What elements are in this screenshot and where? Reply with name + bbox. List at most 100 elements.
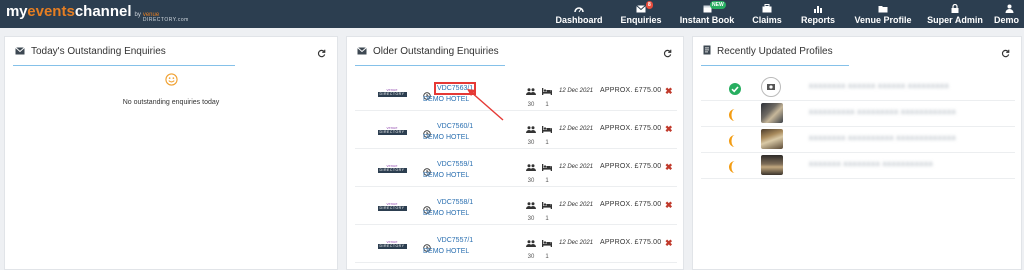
- venue-directory-logo: venue DIRECTORY: [377, 237, 407, 251]
- profile-name[interactable]: XXXXXXXXXX XXXXXXXXX XXXXXXXXXXXX: [809, 110, 956, 116]
- people-icon: [526, 126, 536, 133]
- enquiry-row[interactable]: venue DIRECTORY VDC7557/1 DEMO HOTEL 30 1…: [355, 225, 677, 263]
- logo-bottom: DIRECTORY: [377, 243, 407, 249]
- enquiry-ref-link[interactable]: VDC7559/1: [437, 161, 473, 168]
- profile-name[interactable]: XXXXXXXX XXXXXXXXXX XXXXXXXXXXXXX: [809, 136, 956, 142]
- enquiry-ref-link[interactable]: VDC7557/1: [437, 237, 473, 244]
- hotel-link[interactable]: DEMO HOTEL: [423, 134, 469, 141]
- nav-instant-book[interactable]: NEW Instant Book: [679, 0, 735, 28]
- enquiries-count-badge: 8: [646, 1, 653, 9]
- check-circle-icon: [729, 82, 741, 95]
- nav-label: Dashboard: [555, 14, 603, 25]
- venue-directory-logo: venue DIRECTORY: [377, 123, 407, 137]
- enquiry-row[interactable]: venue DIRECTORY VDC7560/1 DEMO HOTEL 30 1…: [355, 111, 677, 149]
- nav-demo-user[interactable]: Demo: [994, 0, 1024, 28]
- people-count: 30: [525, 234, 537, 260]
- profile-row[interactable]: XXXXXXXXXX XXXXXXXXX XXXXXXXXXXXX: [701, 101, 1015, 127]
- logo-bottom: DIRECTORY: [377, 205, 407, 211]
- rooms-count: 1: [541, 82, 553, 108]
- enquiry-date: 12 Dec 2021: [559, 126, 594, 132]
- profile-name[interactable]: XXXXXXX XXXXXXXX XXXXXXXXXXX: [809, 162, 933, 168]
- rooms-count: 1: [541, 234, 553, 260]
- enquiry-row[interactable]: venue DIRECTORY VDC7558/1 DEMO HOTEL 30 1…: [355, 187, 677, 225]
- delete-icon[interactable]: ✖: [665, 201, 673, 210]
- venue-directory-logo: venue DIRECTORY.com: [143, 12, 189, 23]
- panel-title: Recently Updated Profiles: [717, 45, 833, 57]
- enquiry-ref-link[interactable]: VDC7560/1: [437, 123, 473, 130]
- profile-row[interactable]: XXXXXXXX XXXXXXXXXX XXXXXXXXXXXXX: [701, 127, 1015, 153]
- delete-icon[interactable]: ✖: [665, 125, 673, 134]
- refresh-icon[interactable]: [663, 45, 673, 58]
- delete-icon[interactable]: ✖: [665, 87, 673, 96]
- nav-venue-profile[interactable]: Venue Profile: [852, 0, 914, 28]
- profile-row[interactable]: XXXXXXX XXXXXXXX XXXXXXXXXXX: [701, 153, 1015, 179]
- clock-icon: [423, 125, 431, 138]
- enquiry-ref-link[interactable]: VDC7558/1: [437, 199, 473, 206]
- nav-label: Demo: [994, 14, 1020, 25]
- nav-super-admin[interactable]: Super Admin: [927, 0, 983, 28]
- rooms-count: 1: [541, 158, 553, 184]
- enquiry-row[interactable]: venue DIRECTORY VDC7559/1 DEMO HOTEL 30 1…: [355, 149, 677, 187]
- logo-bottom: DIRECTORY: [377, 91, 407, 97]
- folder-icon: [878, 4, 888, 14]
- nav-label: Super Admin: [927, 14, 983, 25]
- brand-by: by: [134, 12, 141, 18]
- rooms-value: 1: [545, 140, 549, 146]
- clock-icon: [423, 201, 431, 214]
- people-icon: [526, 202, 536, 209]
- profile-row[interactable]: XXXXXXXX XXXXXX XXXXXX XXXXXXXXX: [701, 75, 1015, 101]
- delete-icon[interactable]: ✖: [665, 239, 673, 248]
- today-enquiries-panel: Today's Outstanding Enquiries No outstan…: [4, 36, 338, 270]
- lock-icon: [951, 4, 959, 14]
- new-badge: NEW: [710, 1, 726, 9]
- enquiry-row[interactable]: venue DIRECTORY VDC7563/1 DEMO HOTEL 30 1…: [355, 73, 677, 111]
- rooms-value: 1: [545, 178, 549, 184]
- rooms-value: 1: [545, 102, 549, 108]
- bed-icon: [542, 88, 552, 95]
- nav-enquiries[interactable]: 8 Enquiries: [620, 0, 662, 28]
- people-icon: [526, 164, 536, 171]
- hotel-link[interactable]: DEMO HOTEL: [423, 172, 469, 179]
- hotel-link[interactable]: DEMO HOTEL: [423, 248, 469, 255]
- clock-icon: [423, 163, 431, 176]
- enquiry-price: APPROX. £775.00: [600, 201, 662, 208]
- refresh-icon[interactable]: [1001, 45, 1011, 58]
- people-icon: [526, 88, 536, 95]
- panel-title-underline: [701, 65, 849, 66]
- enquiry-date: 12 Dec 2021: [559, 88, 594, 94]
- top-navbar: my events channel by venue DIRECTORY.com D…: [0, 0, 1024, 28]
- bed-icon: [542, 164, 552, 171]
- people-value: 30: [527, 254, 535, 260]
- people-value: 30: [527, 216, 535, 222]
- venue-directory-logo: venue DIRECTORY: [377, 161, 407, 175]
- people-count: 30: [525, 196, 537, 222]
- panel-title: Today's Outstanding Enquiries: [31, 45, 166, 57]
- document-icon: [703, 42, 711, 60]
- user-icon: [994, 4, 1024, 14]
- nav-label: Enquiries: [620, 14, 662, 25]
- nav-dashboard[interactable]: Dashboard: [555, 0, 603, 28]
- brand-channel: channel: [74, 3, 132, 20]
- smiley-icon: [5, 73, 337, 91]
- brand-logo[interactable]: my events channel by venue DIRECTORY.com: [6, 3, 189, 23]
- chart-icon: [813, 4, 823, 14]
- camera-placeholder-icon: [761, 77, 781, 97]
- partial-progress-icon: [729, 134, 741, 147]
- clock-icon: [423, 239, 431, 252]
- enquiry-price: APPROX. £775.00: [600, 125, 662, 132]
- venue-thumbnail: [761, 129, 783, 149]
- venue-thumbnail: [761, 155, 783, 175]
- panel-title-underline: [355, 65, 505, 66]
- profile-name[interactable]: XXXXXXXX XXXXXX XXXXXX XXXXXXXXX: [809, 84, 949, 90]
- rooms-value: 1: [545, 216, 549, 222]
- nav-reports[interactable]: Reports: [800, 0, 836, 28]
- no-enquiries-message: No outstanding enquiries today: [122, 99, 220, 106]
- hotel-link[interactable]: DEMO HOTEL: [423, 96, 469, 103]
- nav-claims[interactable]: Claims: [750, 0, 784, 28]
- delete-icon[interactable]: ✖: [665, 163, 673, 172]
- people-value: 30: [527, 178, 535, 184]
- people-count: 30: [525, 120, 537, 146]
- hotel-link[interactable]: DEMO HOTEL: [423, 210, 469, 217]
- enquiry-ref-link[interactable]: VDC7563/1: [433, 82, 477, 95]
- refresh-icon[interactable]: [317, 45, 327, 58]
